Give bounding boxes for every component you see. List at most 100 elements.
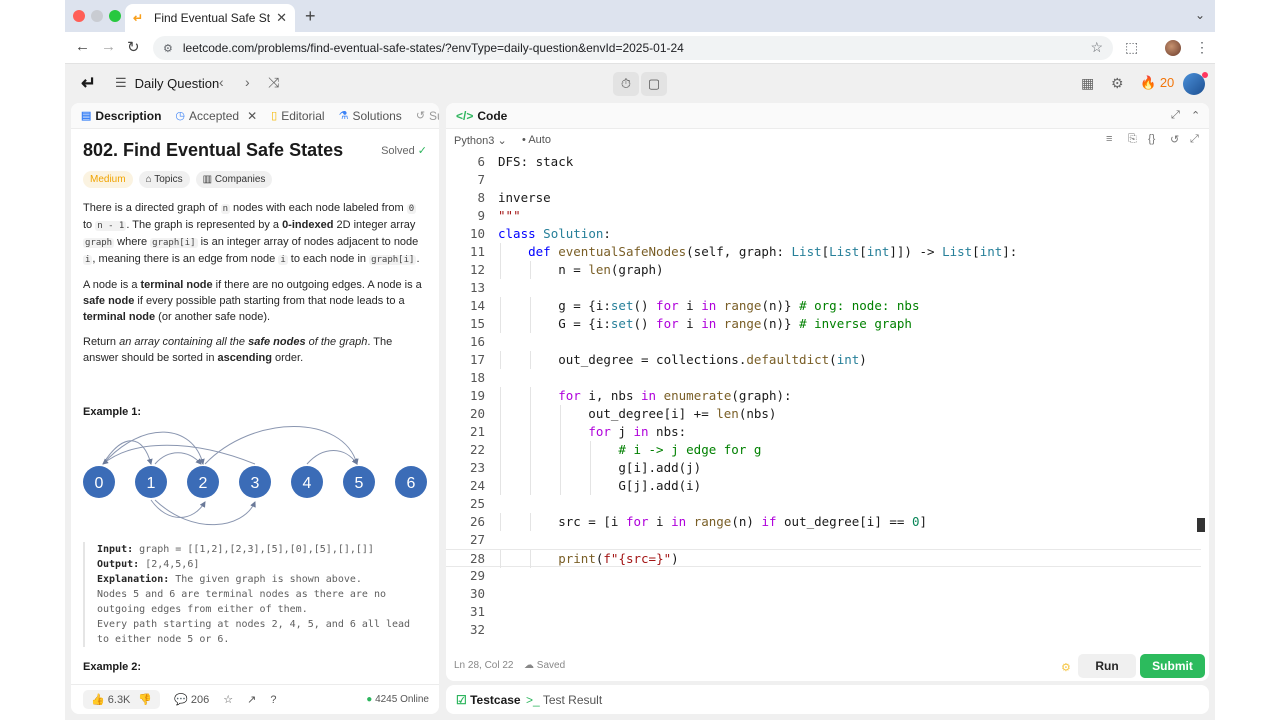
line-number: 16: [469, 334, 485, 349]
code-line[interactable]: 10 class Solution:: [446, 225, 1201, 243]
profile-avatar[interactable]: [1165, 40, 1181, 56]
code-line[interactable]: 32: [446, 621, 1201, 639]
help-icon[interactable]: ?: [270, 694, 276, 706]
text: .: [416, 253, 420, 265]
code-line[interactable]: 21 for j in nbs:: [446, 423, 1201, 441]
code-line[interactable]: 22 # i -> j edge for g: [446, 441, 1201, 459]
reset-icon[interactable]: ↺: [1170, 133, 1179, 146]
inline-code: graph[i]: [369, 255, 417, 265]
code-line[interactable]: 19 for i, nbs in enumerate(graph):: [446, 387, 1201, 405]
bold-text: 0-indexed: [282, 219, 334, 231]
browser-menu-icon[interactable]: ⋮: [1195, 39, 1209, 56]
code-line[interactable]: 7: [446, 171, 1201, 189]
braces-icon[interactable]: {}: [1148, 133, 1155, 145]
tab-solutions[interactable]: ⚗ Solutions: [339, 109, 402, 123]
topics-chip[interactable]: ⌂ Topics: [138, 171, 190, 188]
code-line[interactable]: 28 print(f"{src=}"): [446, 549, 1201, 568]
code-line[interactable]: 18: [446, 369, 1201, 387]
site-info-icon[interactable]: ⚙: [163, 42, 173, 55]
code-line[interactable]: 29: [446, 567, 1201, 585]
forward-icon[interactable]: →: [101, 38, 116, 55]
code-editor[interactable]: 6 DFS: stack 7 8 inverse 9 """ 10 class Solution…: [446, 153, 1201, 649]
daily-question-nav[interactable]: ☰ Daily Question: [115, 75, 219, 91]
code-line[interactable]: 27: [446, 531, 1201, 549]
language-select[interactable]: Python3 ⌄: [454, 134, 507, 147]
tab-accepted[interactable]: ◷ Accepted ✕: [175, 109, 257, 123]
description-content: 802. Find Eventual Safe States Solved ✓ …: [71, 129, 439, 681]
share-icon[interactable]: ↗: [247, 693, 256, 706]
code-line[interactable]: 11 def eventualSafeNodes(self, graph: Li…: [446, 243, 1201, 261]
inline-code: 0: [406, 204, 417, 214]
next-question-icon[interactable]: ›: [245, 74, 250, 90]
code-line[interactable]: 31: [446, 603, 1201, 621]
close-tab-icon[interactable]: ✕: [247, 109, 257, 123]
format-icon[interactable]: ≡: [1106, 133, 1112, 145]
close-window-button[interactable]: [73, 10, 85, 22]
line-number: 24: [469, 478, 485, 493]
code-line[interactable]: 17 out_degree = collections.defaultdict(…: [446, 351, 1201, 369]
maximize-icon[interactable]: ⤢: [1171, 109, 1180, 122]
code-line[interactable]: 24 G[j].add(i): [446, 477, 1201, 495]
line-text: g = {i:set() for i in range(n)} # org: n…: [498, 298, 920, 313]
shuffle-icon[interactable]: ⤨: [268, 74, 279, 91]
auto-mode-toggle[interactable]: • Auto: [522, 134, 551, 146]
layout-icon[interactable]: ▦: [1081, 75, 1094, 92]
code-line[interactable]: 15 G = {i:set() for i in range(n)} # inv…: [446, 315, 1201, 333]
code-line[interactable]: 20 out_degree[i] += len(nbs): [446, 405, 1201, 423]
code-line[interactable]: 25: [446, 495, 1201, 513]
difficulty-badge: Medium: [83, 171, 133, 188]
tab-editorial[interactable]: ▯ Editorial: [271, 109, 324, 123]
code-line[interactable]: 13: [446, 279, 1201, 297]
collapse-icon[interactable]: ⌃: [1191, 109, 1200, 122]
comments-button[interactable]: 💬 206: [174, 693, 209, 706]
run-button[interactable]: Run: [1078, 654, 1136, 678]
maximize-window-button[interactable]: [109, 10, 121, 22]
leetcode-logo-icon[interactable]: ↵: [81, 73, 96, 94]
tab-search-icon[interactable]: ⌄: [1195, 8, 1205, 22]
tab-submissions[interactable]: ↺Sub: [416, 109, 439, 123]
extensions-icon[interactable]: ⬚: [1125, 39, 1138, 56]
submit-button[interactable]: Submit: [1140, 654, 1205, 678]
star-icon[interactable]: ☆: [223, 693, 233, 706]
explanation-line: to either node 5 or 6.: [97, 634, 230, 645]
bookmark-star-icon[interactable]: ☆: [1090, 39, 1103, 56]
code-line[interactable]: 9 """: [446, 207, 1201, 225]
companies-chip[interactable]: ▥ Companies: [195, 171, 273, 188]
code-line[interactable]: 23 g[i].add(j): [446, 459, 1201, 477]
notes-button[interactable]: ▢: [641, 72, 667, 96]
minimize-window-button[interactable]: [91, 10, 103, 22]
like-button[interactable]: 👍 6.3K: [91, 693, 130, 706]
new-tab-icon[interactable]: +: [305, 6, 316, 27]
line-number: 25: [469, 496, 485, 511]
code-line[interactable]: 26 src = [i for i in range(n) if out_deg…: [446, 513, 1201, 531]
thumbs-down-icon[interactable]: 👎: [138, 693, 152, 706]
address-bar[interactable]: ⚙ leetcode.com/problems/find-eventual-sa…: [153, 36, 1113, 60]
timer-button[interactable]: ⏱: [613, 72, 639, 96]
code-line[interactable]: 30: [446, 585, 1201, 603]
editor-scrollbar-thumb[interactable]: [1197, 518, 1205, 532]
tab-description[interactable]: ▤ Description: [81, 109, 161, 123]
close-tab-icon[interactable]: ✕: [276, 10, 287, 26]
prev-question-icon[interactable]: ‹: [219, 74, 224, 90]
tab-testcase[interactable]: ☑ Testcase: [456, 693, 521, 707]
code-tab[interactable]: </> Code: [456, 109, 507, 123]
bookmark-icon[interactable]: ⎘: [1128, 133, 1137, 146]
line-text: """: [498, 208, 521, 223]
code-line[interactable]: 6 DFS: stack: [446, 153, 1201, 171]
tab-test-result[interactable]: >_ Test Result: [526, 693, 602, 707]
streak-counter[interactable]: 🔥 20: [1140, 75, 1174, 91]
code-line[interactable]: 8 inverse: [446, 189, 1201, 207]
fullscreen-icon[interactable]: ⤢: [1190, 133, 1199, 146]
leetcode-favicon-icon: ↵: [133, 11, 144, 25]
code-line[interactable]: 14 g = {i:set() for i in range(n)} # org…: [446, 297, 1201, 315]
browser-tab-active[interactable]: ↵ Find Eventual Safe States - Le ✕: [125, 4, 295, 32]
code-line[interactable]: 12 n = len(graph): [446, 261, 1201, 279]
back-icon[interactable]: ←: [75, 38, 90, 55]
problem-title[interactable]: 802. Find Eventual Safe States: [83, 140, 427, 161]
debugger-icon[interactable]: ⚙: [1061, 661, 1071, 674]
companies-label: Companies: [214, 174, 266, 185]
settings-gear-icon[interactable]: ⚙: [1111, 75, 1124, 92]
reload-icon[interactable]: ↻: [127, 38, 140, 56]
code-line[interactable]: 16: [446, 333, 1201, 351]
line-number: 14: [469, 298, 485, 313]
